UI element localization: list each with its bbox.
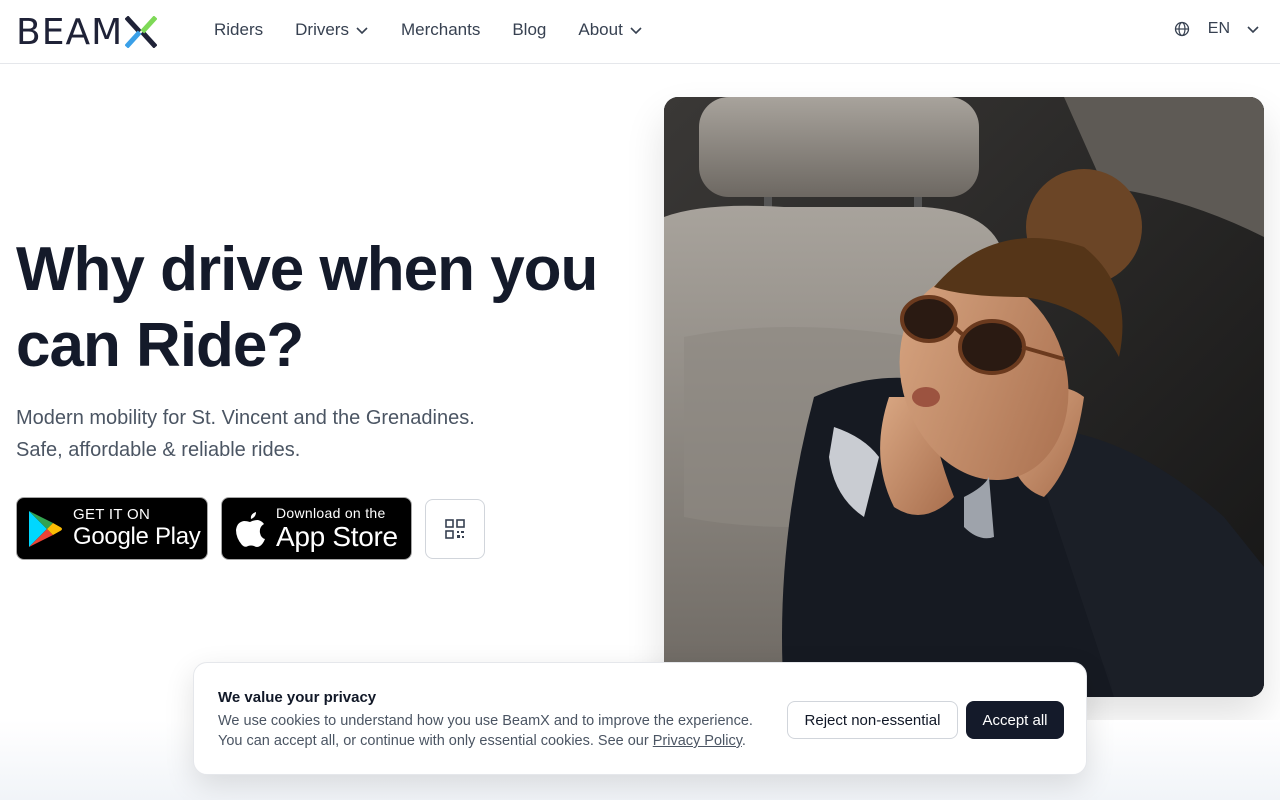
hero-photo — [664, 97, 1264, 697]
hero-subtitle-line-2: Safe, affordable & reliable rides. — [16, 439, 301, 461]
logo-wordmark: BEAM — [16, 11, 124, 53]
app-store-big-text: App Store — [276, 521, 398, 552]
nav-riders[interactable]: Riders — [214, 20, 263, 40]
hero-title: Why drive when you can Ride? — [16, 235, 598, 380]
nav-merchants[interactable]: Merchants — [401, 20, 480, 40]
logo-x-mark-icon — [125, 16, 158, 48]
chevron-down-icon — [1247, 26, 1259, 34]
accept-all-button[interactable]: Accept all — [966, 701, 1064, 739]
google-play-icon — [29, 510, 62, 547]
google-play-button[interactable]: GET IT ON Google Play — [16, 497, 208, 560]
cookie-banner-text: We use cookies to understand how you use… — [218, 711, 778, 751]
qr-code-icon — [445, 518, 465, 539]
cookie-consent-banner: We value your privacy We use cookies to … — [193, 662, 1087, 775]
app-store-small-text: Download on the — [276, 505, 386, 521]
site-header: BEAM Riders Drivers Merchants Blog About — [0, 0, 1280, 64]
nav-about[interactable]: About — [578, 20, 642, 40]
cookie-banner-period: . — [741, 733, 746, 749]
language-selector[interactable]: EN — [1174, 20, 1260, 38]
nav-blog-label: Blog — [512, 20, 547, 39]
apple-icon — [236, 511, 265, 547]
google-play-big-text: Google Play — [73, 523, 201, 550]
reject-non-essential-button[interactable]: Reject non-essential — [787, 701, 958, 739]
nav-blog[interactable]: Blog — [512, 20, 546, 40]
nav-drivers[interactable]: Drivers — [295, 20, 369, 40]
app-store-buttons: GET IT ON Google Play Download on the Ap… — [16, 497, 485, 560]
globe-icon — [1174, 21, 1189, 37]
nav-riders-label: Riders — [214, 20, 264, 39]
app-store-button[interactable]: Download on the App Store — [221, 497, 412, 560]
chevron-down-icon — [356, 27, 368, 35]
chevron-down-icon — [630, 27, 642, 35]
google-play-small-text: GET IT ON — [73, 506, 151, 523]
hero-photo-illustration — [664, 97, 1264, 697]
nav-merchants-label: Merchants — [400, 20, 481, 39]
hero-subtitle: Modern mobility for St. Vincent and the … — [16, 402, 576, 466]
beamx-logo[interactable]: BEAM — [16, 11, 158, 53]
main-nav: Riders Drivers Merchants Blog About — [214, 20, 675, 40]
cookie-banner-title: We value your privacy — [218, 689, 377, 706]
language-code: EN — [1207, 20, 1230, 37]
nav-about-label: About — [578, 20, 623, 39]
nav-drivers-label: Drivers — [295, 20, 349, 39]
privacy-policy-link[interactable]: Privacy Policy — [653, 733, 742, 749]
hero-subtitle-line-1: Modern mobility for St. Vincent and the … — [16, 407, 475, 429]
qr-code-button[interactable] — [425, 498, 485, 559]
